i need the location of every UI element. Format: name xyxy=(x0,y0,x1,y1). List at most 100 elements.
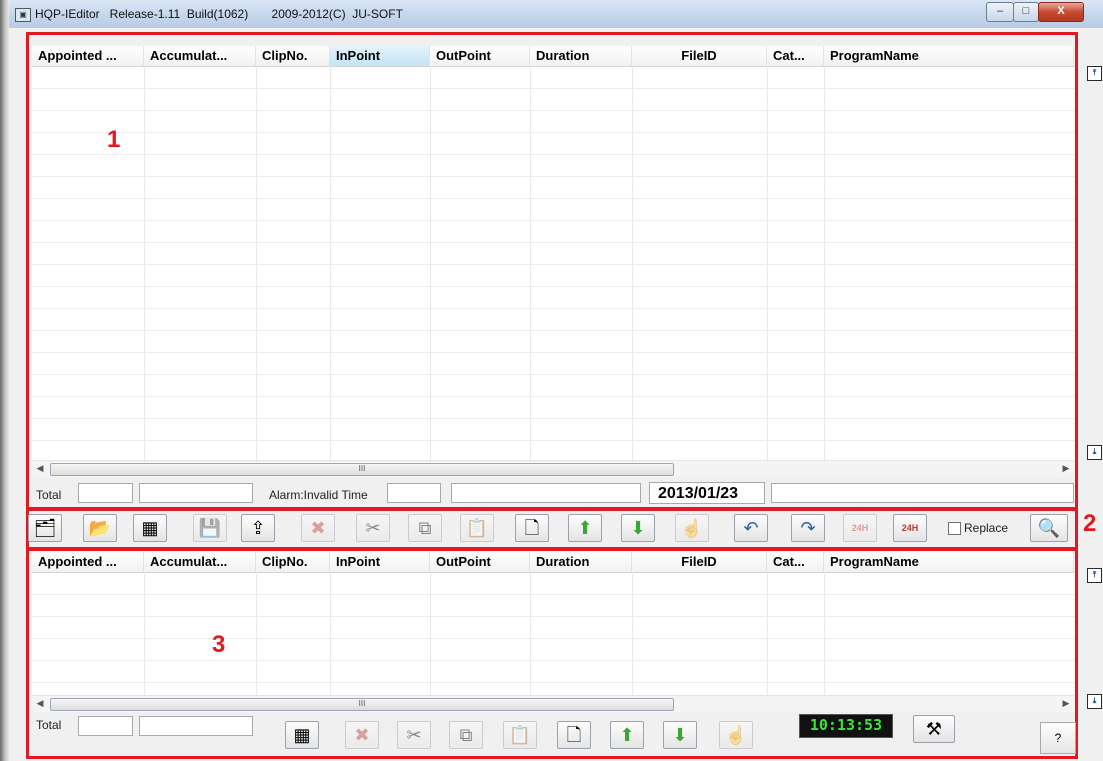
bottom-grid-column-header[interactable]: InPoint xyxy=(330,552,430,572)
open-list-button[interactable]: 🗂 xyxy=(28,514,62,542)
move-up-button[interactable]: ⬆ xyxy=(568,514,602,542)
table-row[interactable] xyxy=(32,242,1074,243)
top-grid-column-header[interactable]: ProgramName xyxy=(824,46,1074,66)
preview-button[interactable]: 🔍 xyxy=(1030,514,1068,542)
bottom-clip-grid[interactable]: Appointed ... Accumulat... ClipNo. InPoint O… xyxy=(32,552,1074,695)
bottom-copy-button[interactable]: ⧉ xyxy=(449,721,483,749)
bottom-grid-column-header[interactable]: FileID xyxy=(632,552,767,572)
save-24h-button[interactable]: 24H xyxy=(843,514,877,542)
desktop-shadow xyxy=(0,0,9,761)
table-row[interactable] xyxy=(32,176,1074,177)
delete-button[interactable]: ✖ xyxy=(301,514,335,542)
load-24h-button[interactable]: 24H xyxy=(893,514,927,542)
top-horizontal-scrollbar[interactable]: ◀ III ▶ xyxy=(32,460,1074,477)
column-divider xyxy=(256,572,257,695)
table-row[interactable] xyxy=(32,330,1074,331)
copy-button[interactable]: ⧉ xyxy=(408,514,442,542)
redo-button[interactable]: ↷ xyxy=(791,514,825,542)
calculator-button[interactable]: ▦ xyxy=(133,514,167,542)
bottom-grid-column-header[interactable]: Accumulat... xyxy=(144,552,256,572)
top-grid-column-header[interactable]: InPoint xyxy=(330,46,430,66)
table-row[interactable] xyxy=(32,132,1074,133)
bottom-calculator-button[interactable]: ▦ xyxy=(285,721,319,749)
new-button[interactable]: 🗋 xyxy=(515,514,549,542)
bottom-move-up-button[interactable]: ⬆ xyxy=(610,721,644,749)
top-scroll-thumb[interactable]: III xyxy=(50,463,674,476)
paste-icon: 📋 xyxy=(465,518,489,538)
import-button[interactable]: 📂 xyxy=(83,514,117,542)
table-row[interactable] xyxy=(32,440,1074,441)
table-row[interactable] xyxy=(32,638,1074,639)
table-row[interactable] xyxy=(32,660,1074,661)
table-row[interactable] xyxy=(32,286,1074,287)
table-row[interactable] xyxy=(32,308,1074,309)
move-down-button[interactable]: ⬇ xyxy=(621,514,655,542)
top-grid-column-header[interactable]: Cat... xyxy=(767,46,824,66)
top-grid-column-header[interactable]: OutPoint xyxy=(430,46,530,66)
scroll-right-icon[interactable]: ▶ xyxy=(1058,696,1074,712)
bottom-grid-column-header[interactable]: ProgramName xyxy=(824,552,1074,572)
bottom-scroll-thumb[interactable]: III xyxy=(50,698,674,711)
top-grid-column-header[interactable]: Accumulat... xyxy=(144,46,256,66)
undo-button[interactable]: ↶ xyxy=(734,514,768,542)
scroll-bottom-icon[interactable]: ⤓ xyxy=(1087,445,1102,460)
table-row[interactable] xyxy=(32,198,1074,199)
scroll-left-icon[interactable]: ◀ xyxy=(32,696,48,712)
scroll-right-icon[interactable]: ▶ xyxy=(1058,461,1074,477)
scroll-top-icon[interactable]: ⤒ xyxy=(1087,568,1102,583)
alarm-field xyxy=(387,483,441,503)
top-total-label: Total xyxy=(36,488,62,502)
bottom-grid-column-header[interactable]: Duration xyxy=(530,552,632,572)
tools-button[interactable]: ⚒ xyxy=(913,715,955,743)
bottom-move-down-button[interactable]: ⬇ xyxy=(663,721,697,749)
table-row[interactable] xyxy=(32,264,1074,265)
table-row[interactable] xyxy=(32,682,1074,683)
bottom-paste-button[interactable]: 📋 xyxy=(503,721,537,749)
table-row[interactable] xyxy=(32,220,1074,221)
replace-checkbox[interactable] xyxy=(948,522,961,535)
bottom-total-field xyxy=(78,716,133,736)
scroll-left-icon[interactable]: ◀ xyxy=(32,461,48,477)
table-row[interactable] xyxy=(32,352,1074,353)
bottom-grid-column-header[interactable]: Cat... xyxy=(767,552,824,572)
bottom-grid-column-header[interactable]: OutPoint xyxy=(430,552,530,572)
top-grid-column-header[interactable]: Duration xyxy=(530,46,632,66)
calculator-icon: ▦ xyxy=(293,725,311,745)
top-grid-header: Appointed ... Accumulat... ClipNo. InPoint O… xyxy=(32,46,1074,67)
table-row[interactable] xyxy=(32,594,1074,595)
close-button[interactable]: X xyxy=(1038,2,1084,22)
top-grid-column-header[interactable]: ClipNo. xyxy=(256,46,330,66)
bottom-clear-button[interactable]: ☝ xyxy=(719,721,753,749)
column-divider xyxy=(632,572,633,695)
upload-timeline-button[interactable]: ⇪ xyxy=(241,514,275,542)
table-row[interactable] xyxy=(32,616,1074,617)
column-divider xyxy=(144,572,145,695)
top-clip-grid[interactable]: Appointed ... Accumulat... ClipNo. InPoint O… xyxy=(32,46,1074,460)
table-row[interactable] xyxy=(32,374,1074,375)
top-grid-column-header[interactable]: Appointed ... xyxy=(32,46,144,66)
undo-icon: ↶ xyxy=(743,518,759,538)
bottom-horizontal-scrollbar[interactable]: ◀ III ▶ xyxy=(32,695,1074,712)
bottom-delete-button[interactable]: ✖ xyxy=(345,721,379,749)
table-row[interactable] xyxy=(32,154,1074,155)
save-button[interactable]: 💾 xyxy=(193,514,227,542)
maximize-button[interactable]: □ xyxy=(1013,2,1039,22)
table-row[interactable] xyxy=(32,88,1074,89)
help-button[interactable]: ? xyxy=(1040,722,1076,754)
table-row[interactable] xyxy=(32,396,1074,397)
bottom-cut-button[interactable]: ✂ xyxy=(397,721,431,749)
scroll-bottom-icon[interactable]: ⤓ xyxy=(1087,694,1102,709)
clear-button[interactable]: ☝ xyxy=(675,514,709,542)
bottom-grid-column-header[interactable]: ClipNo. xyxy=(256,552,330,572)
table-row[interactable] xyxy=(32,418,1074,419)
top-grid-column-header[interactable]: FileID xyxy=(632,46,767,66)
paste-button[interactable]: 📋 xyxy=(460,514,494,542)
bottom-total-label: Total xyxy=(36,718,62,732)
column-divider xyxy=(330,66,331,460)
scroll-top-icon[interactable]: ⤒ xyxy=(1087,66,1102,81)
bottom-new-button[interactable]: 🗋 xyxy=(557,721,591,749)
minimize-button[interactable]: – xyxy=(986,2,1014,22)
bottom-grid-column-header[interactable]: Appointed ... xyxy=(32,552,144,572)
cut-button[interactable]: ✂ xyxy=(356,514,390,542)
table-row[interactable] xyxy=(32,110,1074,111)
